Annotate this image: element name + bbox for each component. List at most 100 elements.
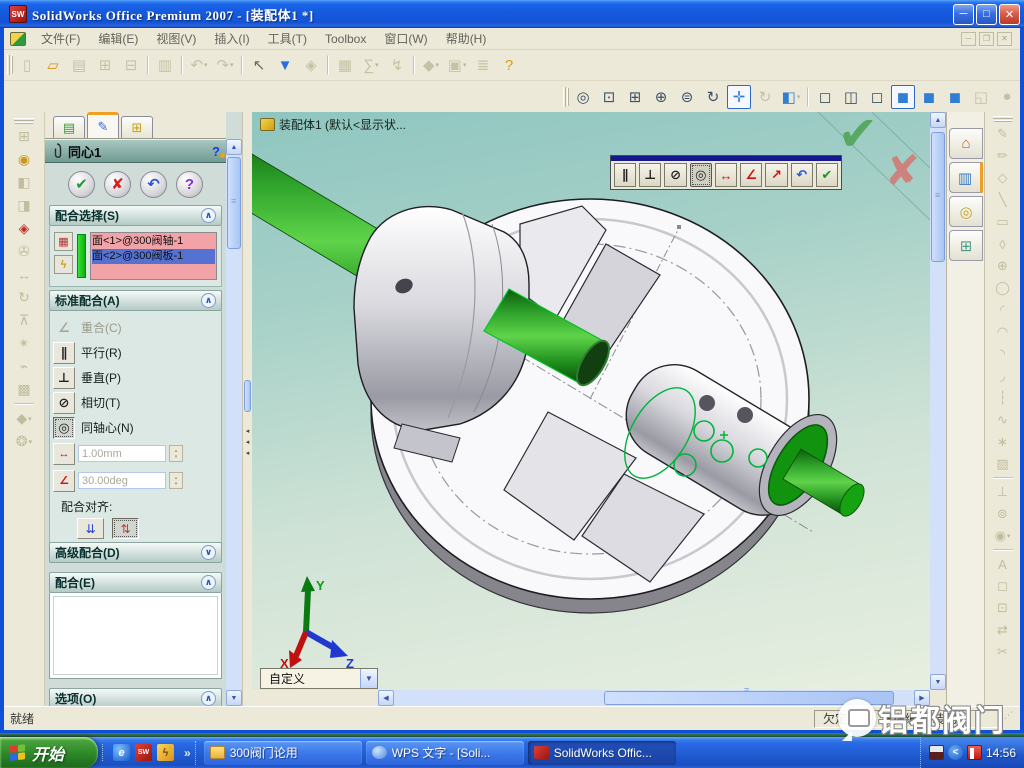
section-view-button[interactable]: ◱	[969, 85, 993, 109]
toolbar-grip[interactable]	[7, 55, 10, 75]
mate-selections-header[interactable]: 配合选择(S) ∧	[49, 205, 222, 226]
show-hidden-components-button[interactable]: ◉	[11, 148, 37, 171]
cancel-button[interactable]: ✘	[104, 171, 131, 198]
quick-launch-solidworks[interactable]: SW	[135, 744, 152, 761]
menu-edit[interactable]: 编辑(E)	[89, 28, 147, 49]
angle-spinner[interactable]: ▴▾	[169, 472, 183, 489]
panel-splitter[interactable]: ◂◂◂	[242, 112, 252, 706]
centerpoint-arc-button[interactable]: ◜	[990, 299, 1016, 321]
menu-help[interactable]: 帮助(H)	[437, 28, 496, 49]
anti-aligned-button[interactable]: ⇅	[112, 518, 139, 539]
polygon-button[interactable]: ◊	[990, 233, 1016, 255]
mate-concentric[interactable]: ◎ 同轴心(N)	[53, 415, 218, 440]
document-icon[interactable]	[10, 32, 26, 46]
task-solidworks[interactable]: SolidWorks Offic...	[528, 741, 676, 765]
measure-button[interactable]: ∑	[359, 53, 383, 77]
print-button[interactable]: ▥	[153, 53, 177, 77]
quick-launch-overflow[interactable]: »	[180, 746, 195, 760]
mate-type-icon[interactable]: ∥	[53, 342, 75, 364]
distance-input[interactable]: 1.00mm	[78, 445, 166, 462]
explode-line-sketch-button[interactable]: ⌁	[11, 355, 37, 378]
help-button[interactable]: ?	[497, 53, 521, 77]
menu-insert[interactable]: 插入(I)	[205, 28, 258, 49]
panel-scrollbar[interactable]: ▲ ▼	[226, 139, 242, 706]
motion-study-button[interactable]: ◆	[11, 407, 37, 430]
display-relations-button[interactable]: ⊚	[990, 503, 1016, 525]
feature-tree-root[interactable]: 装配体1 (默认<显示状...	[260, 116, 406, 133]
add-relation-button[interactable]: ⊥	[990, 481, 1016, 503]
task-pane-toggle-button[interactable]: ▣	[445, 53, 469, 77]
assembly-tree-label[interactable]: 装配体1 (默认<显示状...	[279, 116, 406, 133]
standard-mates-header[interactable]: 标准配合(A) ∧	[49, 290, 222, 311]
smartmates-icon[interactable]: ϟ	[54, 255, 73, 274]
close-button[interactable]: ✕	[999, 4, 1020, 25]
mate-popup-toolbar[interactable]: ∥⊥⊘◎↔∠↗↶✔	[610, 155, 842, 190]
collapse-chevron-icon[interactable]: ∧	[201, 208, 216, 223]
mdi-close-button[interactable]: ✕	[997, 32, 1012, 46]
new-button[interactable]: ▯	[15, 53, 39, 77]
zoom-selection-button[interactable]: ⊜	[675, 85, 699, 109]
exploded-view-button[interactable]: ✴	[11, 332, 37, 355]
dropdown-arrow-icon[interactable]: ▼	[360, 669, 377, 688]
tray-language-icon[interactable]: <	[948, 745, 963, 760]
expand-chevron-icon[interactable]: ∨	[201, 545, 216, 560]
menu-toolbox[interactable]: Toolbox	[316, 30, 375, 48]
popup-flip-alignment-button[interactable]: ↗	[765, 163, 787, 187]
mates-list[interactable]	[53, 596, 218, 675]
no-external-references-button[interactable]: ◈	[11, 217, 37, 240]
filter-toggle-button[interactable]: ◈	[299, 53, 323, 77]
viewport-vscrollbar[interactable]: ▲ ▼	[930, 112, 946, 690]
standard-views-button[interactable]: ◧	[779, 85, 803, 109]
mate-selection-item[interactable]: 面<2>@300阀板-1	[92, 249, 215, 264]
collapse-chevron-icon[interactable]: ∧	[201, 293, 216, 308]
angle-mate-icon[interactable]: ∠	[53, 470, 75, 492]
realview-button[interactable]: ●	[995, 85, 1019, 109]
mate-parallel[interactable]: ∥ 平行(R)	[53, 340, 218, 365]
hatch-button[interactable]: ▨	[990, 453, 1016, 475]
popup-angle-button[interactable]: ∠	[740, 163, 762, 187]
distance-spinner[interactable]: ▴▾	[169, 445, 183, 462]
menu-view[interactable]: 视图(V)	[147, 28, 205, 49]
mate-type-icon[interactable]: ◎	[53, 417, 75, 439]
toolbar-grip[interactable]	[993, 116, 1013, 119]
circle-button[interactable]: ⊕	[990, 255, 1016, 277]
centerline-button[interactable]: ┆	[990, 387, 1016, 409]
make-drawing-button[interactable]: ⊞	[93, 53, 117, 77]
angle-input[interactable]: 30.00deg	[78, 472, 166, 489]
help-button[interactable]: ?	[176, 171, 203, 198]
make-assembly-button[interactable]: ⊟	[119, 53, 143, 77]
scroll-left-button[interactable]: ◀	[378, 690, 394, 706]
interference-detection-button[interactable]: ▩	[11, 378, 37, 401]
mate-coincident[interactable]: ∠ 重合(C)	[53, 315, 218, 340]
zoom-fit-button[interactable]: ⊡	[597, 85, 621, 109]
scroll-down-button[interactable]: ▼	[226, 690, 242, 706]
rotate-scene-floor-button[interactable]: ↻	[753, 85, 777, 109]
mate-type-icon[interactable]: ⊥	[53, 367, 75, 389]
quick-snaps-button[interactable]: ◉	[990, 525, 1016, 547]
undo-button[interactable]: ↶	[187, 53, 211, 77]
scroll-up-button[interactable]: ▲	[930, 112, 946, 128]
splitter-handle[interactable]	[244, 380, 251, 412]
point-button[interactable]: ∗	[990, 431, 1016, 453]
confirm-cancel-icon[interactable]: ✘	[885, 146, 920, 195]
tray-display-icon[interactable]	[929, 745, 944, 760]
collapse-chevron-icon[interactable]: ∧	[201, 691, 216, 706]
mate-type-icon[interactable]: ∠	[53, 317, 75, 339]
save-button[interactable]: ▤	[67, 53, 91, 77]
smart-dimension-button[interactable]: ◇	[990, 167, 1016, 189]
hidden-lines-removed-button[interactable]: ◻	[865, 85, 889, 109]
view-orientation-button[interactable]: ◎	[571, 85, 595, 109]
mate-selection-item[interactable]: 面<1>@300阀轴-1	[92, 234, 215, 249]
start-button[interactable]: 开始	[0, 737, 98, 768]
scroll-down-button[interactable]: ▼	[930, 674, 946, 690]
trim-entities-button[interactable]: ✂	[990, 641, 1016, 663]
mate-tangent[interactable]: ⊘ 相切(T)	[53, 390, 218, 415]
spline-button[interactable]: ∿	[990, 409, 1016, 431]
task-wps[interactable]: WPS 文字 - [Soli...	[366, 741, 524, 765]
propertymanager-tab[interactable]: ✎	[87, 112, 119, 138]
aligned-button[interactable]: ⇊	[77, 518, 104, 539]
zoom-in-out-button[interactable]: ⊕	[649, 85, 673, 109]
tangent-arc-button[interactable]: ◠	[990, 321, 1016, 343]
toolbar-grip[interactable]	[14, 118, 34, 121]
shaded-with-edges-button[interactable]: ◼	[891, 85, 915, 109]
